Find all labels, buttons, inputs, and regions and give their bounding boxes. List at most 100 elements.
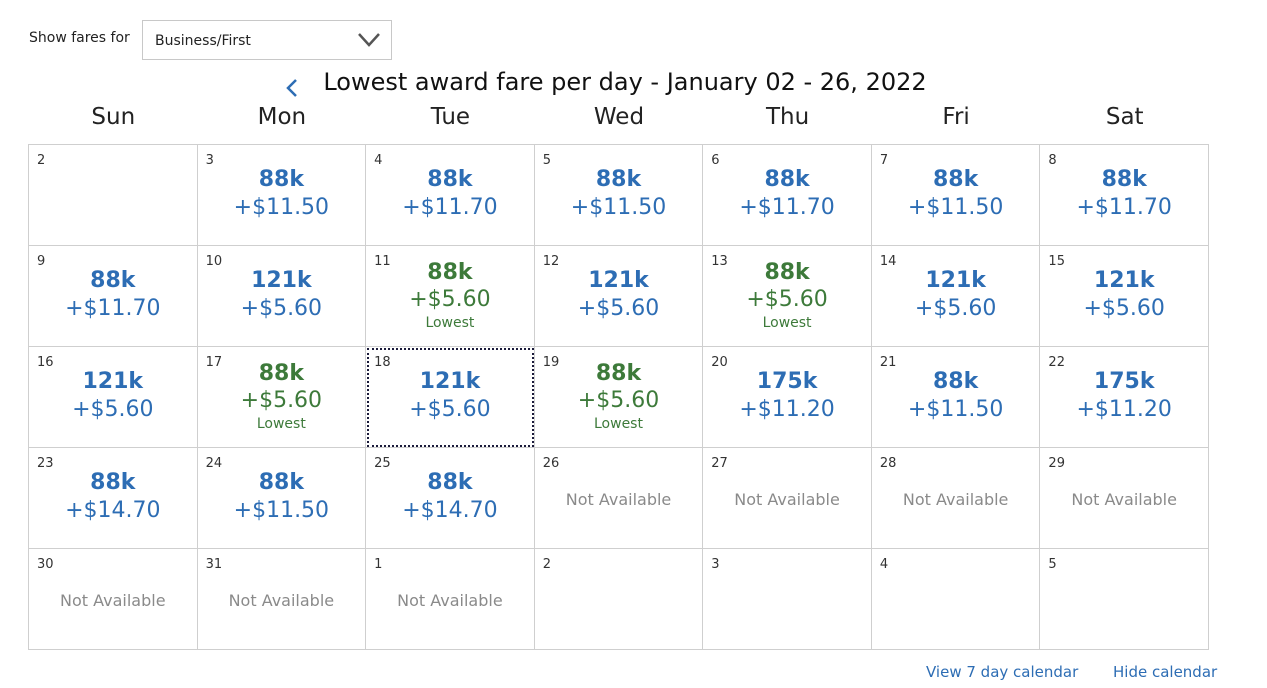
lowest-fare-label: Lowest bbox=[762, 315, 812, 331]
not-available-label: Not Available bbox=[397, 591, 503, 610]
fare-taxes: +$5.60 bbox=[240, 296, 323, 321]
day-number: 12 bbox=[542, 254, 560, 269]
fare-miles: 88k bbox=[595, 167, 642, 192]
calendar-day-cell[interactable]: 3 88k +$11.50 bbox=[197, 145, 367, 246]
calendar-day-cell[interactable]: 26 Not Available bbox=[534, 448, 704, 549]
fare-taxes: +$5.60 bbox=[409, 397, 491, 422]
calendar-day-cell[interactable]: 25 88k +$14.70 bbox=[366, 448, 535, 549]
weekday-header: Sun Mon Tue Wed Thu Fri Sat bbox=[29, 104, 1209, 136]
fare-miles: 88k bbox=[427, 260, 473, 285]
fare-taxes: +$5.60 bbox=[72, 397, 154, 422]
fare-miles: 175k bbox=[1093, 369, 1155, 394]
calendar-day-cell[interactable]: 7 88k +$11.50 bbox=[871, 145, 1041, 246]
chevron-down-icon bbox=[358, 33, 380, 47]
lowest-fare-label: Lowest bbox=[256, 416, 306, 432]
calendar-day-cell[interactable]: 4 88k +$11.70 bbox=[366, 145, 535, 246]
fare-taxes: +$11.50 bbox=[907, 397, 1004, 422]
not-available-label: Not Available bbox=[1071, 490, 1177, 509]
day-number: 7 bbox=[879, 153, 889, 168]
calendar-day-cell: 4 bbox=[871, 549, 1041, 650]
fare-miles: 88k bbox=[258, 361, 304, 386]
calendar-day-cell[interactable]: 22 175k +$11.20 bbox=[1040, 347, 1209, 448]
calendar-day-cell: 2 bbox=[29, 145, 198, 246]
day-number: 9 bbox=[37, 254, 46, 269]
fare-miles: 121k bbox=[82, 369, 144, 394]
day-number: 26 bbox=[542, 456, 560, 471]
day-number: 10 bbox=[205, 254, 223, 269]
calendar-day-cell[interactable]: 11 88k +$5.60 Lowest bbox=[366, 246, 535, 347]
fare-miles: 88k bbox=[258, 167, 304, 192]
view-7-day-calendar-link[interactable]: View 7 day calendar bbox=[926, 663, 1078, 681]
day-number: 16 bbox=[37, 355, 54, 370]
day-number: 1 bbox=[374, 557, 383, 572]
hide-calendar-link[interactable]: Hide calendar bbox=[1113, 663, 1217, 681]
day-number: 29 bbox=[1048, 456, 1065, 471]
fare-miles: 88k bbox=[764, 260, 810, 285]
calendar-day-cell[interactable]: 9 88k +$11.70 bbox=[29, 246, 198, 347]
calendar-day-cell[interactable]: 18 121k +$5.60 bbox=[366, 347, 535, 448]
calendar-day-cell[interactable]: 15 121k +$5.60 bbox=[1040, 246, 1209, 347]
fare-miles: 88k bbox=[427, 470, 473, 495]
day-number: 22 bbox=[1048, 355, 1065, 370]
calendar-day-cell[interactable]: 28 Not Available bbox=[871, 448, 1041, 549]
calendar-day-cell[interactable]: 17 88k +$5.60 Lowest bbox=[197, 347, 367, 448]
calendar-day-cell[interactable]: 21 88k +$11.50 bbox=[871, 347, 1041, 448]
weekday-label: Wed bbox=[593, 104, 645, 130]
day-number: 21 bbox=[879, 355, 897, 370]
day-number: 25 bbox=[374, 456, 391, 471]
calendar-day-cell[interactable]: 5 88k +$11.50 bbox=[534, 145, 704, 246]
fare-taxes: +$11.50 bbox=[570, 195, 667, 220]
fare-taxes: +$14.70 bbox=[65, 498, 161, 523]
fare-class-select[interactable]: Business/First bbox=[142, 20, 392, 60]
not-available-label: Not Available bbox=[565, 490, 672, 509]
fare-taxes: +$5.60 bbox=[746, 287, 828, 312]
day-number: 5 bbox=[1048, 557, 1057, 572]
calendar-title: Lowest award fare per day - January 02 -… bbox=[323, 68, 927, 96]
calendar-day-cell[interactable]: 29 Not Available bbox=[1040, 448, 1209, 549]
calendar-day-cell[interactable]: 14 121k +$5.60 bbox=[871, 246, 1041, 347]
day-number: 3 bbox=[711, 557, 720, 572]
day-number: 24 bbox=[205, 456, 223, 471]
day-number: 4 bbox=[879, 557, 889, 572]
fare-class-value: Business/First bbox=[155, 33, 251, 49]
calendar-day-cell[interactable]: 19 88k +$5.60 Lowest bbox=[534, 347, 704, 448]
calendar-day-cell[interactable]: 30 Not Available bbox=[29, 549, 198, 650]
fare-taxes: +$11.50 bbox=[907, 195, 1004, 220]
fare-taxes: +$11.20 bbox=[739, 397, 835, 422]
calendar-day-cell[interactable]: 8 88k +$11.70 bbox=[1040, 145, 1209, 246]
fare-taxes: +$5.60 bbox=[409, 287, 491, 312]
day-number: 2 bbox=[542, 557, 551, 572]
calendar-day-cell[interactable]: 31 Not Available bbox=[197, 549, 367, 650]
calendar-grid: 2 3 88k +$11.50 4 88k +$11.70 5 88k +$11.50 6 88k +$… bbox=[28, 144, 1209, 650]
fare-taxes: +$11.70 bbox=[402, 195, 498, 220]
fare-miles: 121k bbox=[588, 268, 649, 293]
calendar-day-cell[interactable]: 20 175k +$11.20 bbox=[703, 347, 872, 448]
weekday-label: Mon bbox=[257, 104, 307, 130]
fare-miles: 88k bbox=[764, 167, 810, 192]
not-available-label: Not Available bbox=[902, 490, 1009, 509]
day-number: 14 bbox=[879, 254, 897, 269]
day-number: 23 bbox=[37, 456, 54, 471]
fare-miles: 88k bbox=[258, 470, 304, 495]
calendar-day-cell[interactable]: 1 Not Available bbox=[366, 549, 535, 650]
calendar-day-cell[interactable]: 10 121k +$5.60 bbox=[197, 246, 367, 347]
not-available-label: Not Available bbox=[60, 591, 166, 610]
fare-taxes: +$5.60 bbox=[914, 296, 997, 321]
day-number: 3 bbox=[205, 153, 214, 168]
day-number: 31 bbox=[205, 557, 223, 572]
calendar-day-cell[interactable]: 6 88k +$11.70 bbox=[703, 145, 872, 246]
calendar-day-cell[interactable]: 16 121k +$5.60 bbox=[29, 347, 198, 448]
fare-taxes: +$5.60 bbox=[240, 388, 323, 413]
calendar-day-cell[interactable]: 13 88k +$5.60 Lowest bbox=[703, 246, 872, 347]
calendar-day-cell: 5 bbox=[1040, 549, 1209, 650]
calendar-day-cell[interactable]: 24 88k +$11.50 bbox=[197, 448, 367, 549]
weekday-label: Sun bbox=[91, 104, 136, 130]
chevron-left-icon[interactable] bbox=[284, 77, 300, 99]
calendar-day-cell: 2 bbox=[534, 549, 704, 650]
calendar-day-cell[interactable]: 27 Not Available bbox=[703, 448, 872, 549]
calendar-day-cell[interactable]: 12 121k +$5.60 bbox=[534, 246, 704, 347]
weekday-label: Thu bbox=[765, 104, 810, 130]
calendar-day-cell[interactable]: 23 88k +$14.70 bbox=[29, 448, 198, 549]
calendar-day-cell: 3 bbox=[703, 549, 872, 650]
fare-miles: 88k bbox=[933, 167, 979, 192]
